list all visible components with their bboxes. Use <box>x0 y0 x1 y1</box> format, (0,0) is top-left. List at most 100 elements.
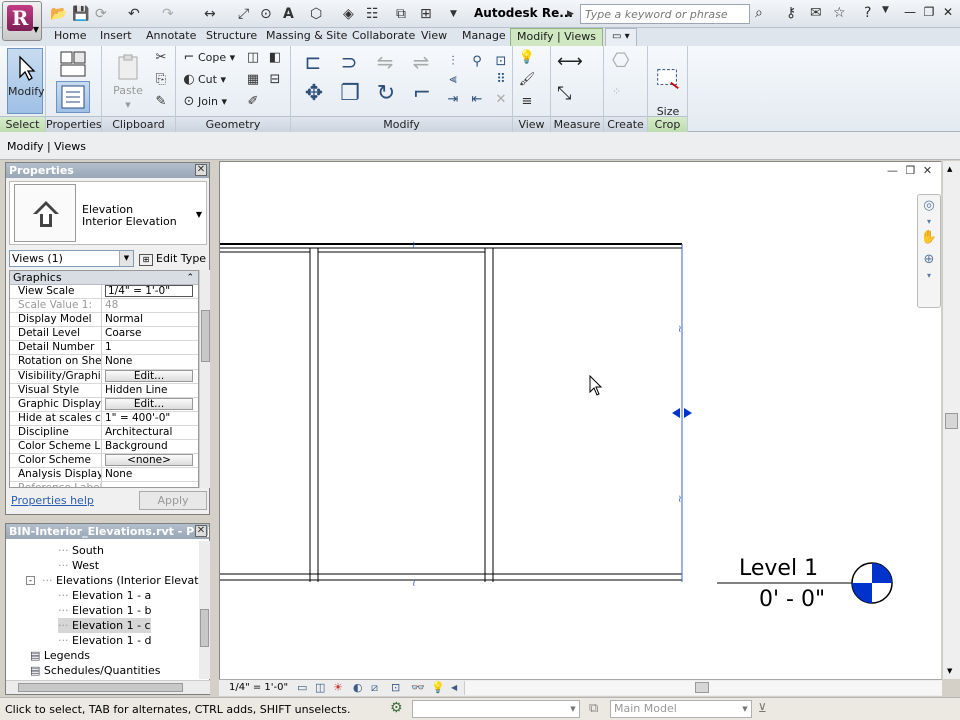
view-panel-label[interactable]: View <box>513 116 550 132</box>
panel-left[interactable] <box>220 251 485 575</box>
property-edit-button[interactable]: Edit... <box>105 369 193 382</box>
open-icon[interactable]: 📂 <box>50 5 67 23</box>
sync-icon[interactable]: ⟳ <box>95 5 107 23</box>
zoom-region-icon[interactable]: ⊕ <box>918 249 940 271</box>
instance-filter-select[interactable]: Views (1) ▼ <box>9 250 134 267</box>
tab-structure[interactable]: Structure <box>200 28 263 46</box>
nav-dropdown-icon[interactable]: ▾ <box>918 271 940 281</box>
help-icon[interactable]: ? <box>864 5 871 21</box>
tree-item[interactable]: ··· Elevations (Interior Elevation <box>42 573 199 588</box>
properties-help-link[interactable]: Properties help <box>11 494 94 507</box>
minimize-view-icon[interactable]: — <box>887 164 898 177</box>
chevron-down-icon[interactable]: ▼ <box>196 210 202 219</box>
property-row[interactable]: Reference Label <box>10 482 198 487</box>
thin-lines-icon[interactable]: ☷ <box>366 5 379 23</box>
mirror-draw-icon[interactable]: ⇌ <box>407 52 435 80</box>
level-name-label[interactable]: Level 1 <box>739 556 818 581</box>
properties-toggle-button[interactable] <box>56 81 90 113</box>
type-properties-button[interactable] <box>56 49 90 79</box>
join-button[interactable]: ⊙ Join ▾ <box>180 92 228 112</box>
delete-icon[interactable]: ✕ <box>491 90 511 110</box>
properties-scrollbar[interactable] <box>199 270 210 488</box>
property-value[interactable]: Coarse <box>102 327 198 340</box>
tab-massing-site[interactable]: Massing & Site <box>260 28 353 46</box>
property-value[interactable]: <none> <box>102 454 198 467</box>
communication-center-icon[interactable]: ✉ <box>810 5 822 21</box>
restore-view-icon[interactable]: ❐ <box>906 164 916 177</box>
scrollbar-thumb[interactable] <box>18 683 183 692</box>
bottom-rail[interactable] <box>220 573 682 581</box>
split-icon[interactable]: ⫶ <box>443 52 463 72</box>
scrollbar-thumb[interactable] <box>200 609 209 647</box>
linework-view-icon[interactable]: ≡ <box>518 92 536 112</box>
edit-type-button[interactable]: ⊞ Edit Type <box>139 249 209 268</box>
property-row[interactable]: Color Scheme <none> <box>10 454 198 469</box>
clipboard-panel-label[interactable]: Clipboard <box>102 116 175 132</box>
crop-view-icon[interactable]: ⧄ <box>371 681 378 695</box>
tab-view[interactable]: View <box>415 28 453 46</box>
split-gap-icon[interactable]: ⫷ <box>443 70 463 90</box>
tree-item[interactable]: ··· Elevation 1 - b <box>58 603 152 618</box>
property-value[interactable]: Edit... <box>102 369 198 383</box>
demolish-icon[interactable]: ⊟ <box>266 70 284 90</box>
crop-panel-label[interactable]: Crop <box>648 116 687 132</box>
scroll-left-icon[interactable]: ◀ <box>451 683 457 692</box>
restore-icon[interactable]: ❐ <box>922 5 936 19</box>
property-row[interactable]: Analysis Display...None <box>10 468 198 483</box>
scroll-down-icon[interactable]: ▼ <box>947 667 952 675</box>
measure-between-icon[interactable]: ⟷ <box>557 52 583 72</box>
property-row[interactable]: Visibility/Graphic...Edit... <box>10 369 198 384</box>
property-row[interactable]: Rotation on SheetNone <box>10 355 198 370</box>
property-edit-button[interactable]: <none> <box>105 454 193 467</box>
property-value[interactable]: Normal <box>102 313 198 326</box>
mullion-left[interactable] <box>309 248 319 582</box>
drawing-vertical-scrollbar[interactable]: ▲ ▼ <box>942 161 960 679</box>
wall-joins-icon[interactable]: ◫ <box>244 48 262 68</box>
property-value[interactable]: 1 <box>102 341 198 354</box>
cope-button[interactable]: ⌐ Cope ▾ <box>180 48 236 68</box>
property-value[interactable]: 1/4" = 1'-0" <box>102 285 198 298</box>
project-browser-close-icon[interactable]: ✕ <box>195 525 207 537</box>
dimension-icon[interactable]: ⤡ <box>557 84 571 104</box>
tree-item[interactable]: ▤ Legends <box>30 648 90 663</box>
sun-path-icon[interactable]: ☀ <box>333 681 343 694</box>
top-rail[interactable] <box>220 243 682 249</box>
property-input[interactable]: 1/4" = 1'-0" <box>105 285 193 297</box>
scale-icon[interactable]: ⊡ <box>491 52 511 72</box>
search-input[interactable]: Type a keyword or phrase <box>580 4 750 24</box>
close-icon[interactable]: ✕ <box>941 5 955 19</box>
property-value[interactable]: 1" = 400'-0" <box>102 412 198 425</box>
help-dropdown-icon[interactable]: ▼ <box>882 5 889 15</box>
section-icon[interactable]: ◈ <box>343 5 354 23</box>
scrollbar-thumb[interactable] <box>945 413 958 429</box>
override-graphics-icon[interactable]: 🖌 <box>518 70 536 90</box>
group-header[interactable]: Graphics ⌃ <box>10 271 198 285</box>
drawing-horizontal-scrollbar[interactable] <box>464 681 942 695</box>
property-row[interactable]: Detail Number 1 <box>10 341 198 356</box>
tab-home[interactable]: Home <box>48 28 92 46</box>
ribbon-minimize-toggle[interactable]: ▭ ▾ <box>605 28 637 46</box>
show-crop-region-icon[interactable]: ⊡ <box>391 681 400 694</box>
split-face-icon[interactable]: ◧ <box>266 48 284 68</box>
property-value[interactable]: Hidden Line <box>102 384 198 397</box>
break-control-icon[interactable]: ≀ <box>678 324 682 335</box>
browser-horizontal-scrollbar[interactable] <box>6 680 210 694</box>
tree-item[interactable]: ··· Elevation 1 - c <box>58 618 151 633</box>
property-edit-button[interactable]: Edit... <box>105 397 193 410</box>
property-row[interactable]: Color Scheme L... Background <box>10 440 198 455</box>
design-options-icon[interactable]: ⧉ <box>589 701 598 716</box>
subscription-icon[interactable]: ⚷ <box>786 5 796 21</box>
tree-item[interactable]: ··· South <box>58 543 104 558</box>
reveal-hidden-icon[interactable]: 💡 <box>431 681 445 694</box>
properties-panel-label[interactable]: Properties <box>46 116 102 132</box>
scroll-up-icon[interactable]: ▲ <box>947 165 952 173</box>
paste-button[interactable]: Paste ▼ <box>108 48 148 114</box>
switch-windows-icon[interactable]: ⊞ <box>420 5 432 23</box>
text-icon[interactable]: A <box>283 5 294 23</box>
3d-view-icon[interactable]: ⬡ <box>310 5 322 23</box>
property-value[interactable]: Edit... <box>102 397 198 411</box>
trim-extend-icon[interactable]: ⌐ <box>407 83 437 114</box>
property-row[interactable]: Detail Level Coarse <box>10 327 198 342</box>
create-assembly-icon[interactable]: ⎔ <box>612 50 629 70</box>
create-panel-label[interactable]: Create <box>604 116 647 132</box>
